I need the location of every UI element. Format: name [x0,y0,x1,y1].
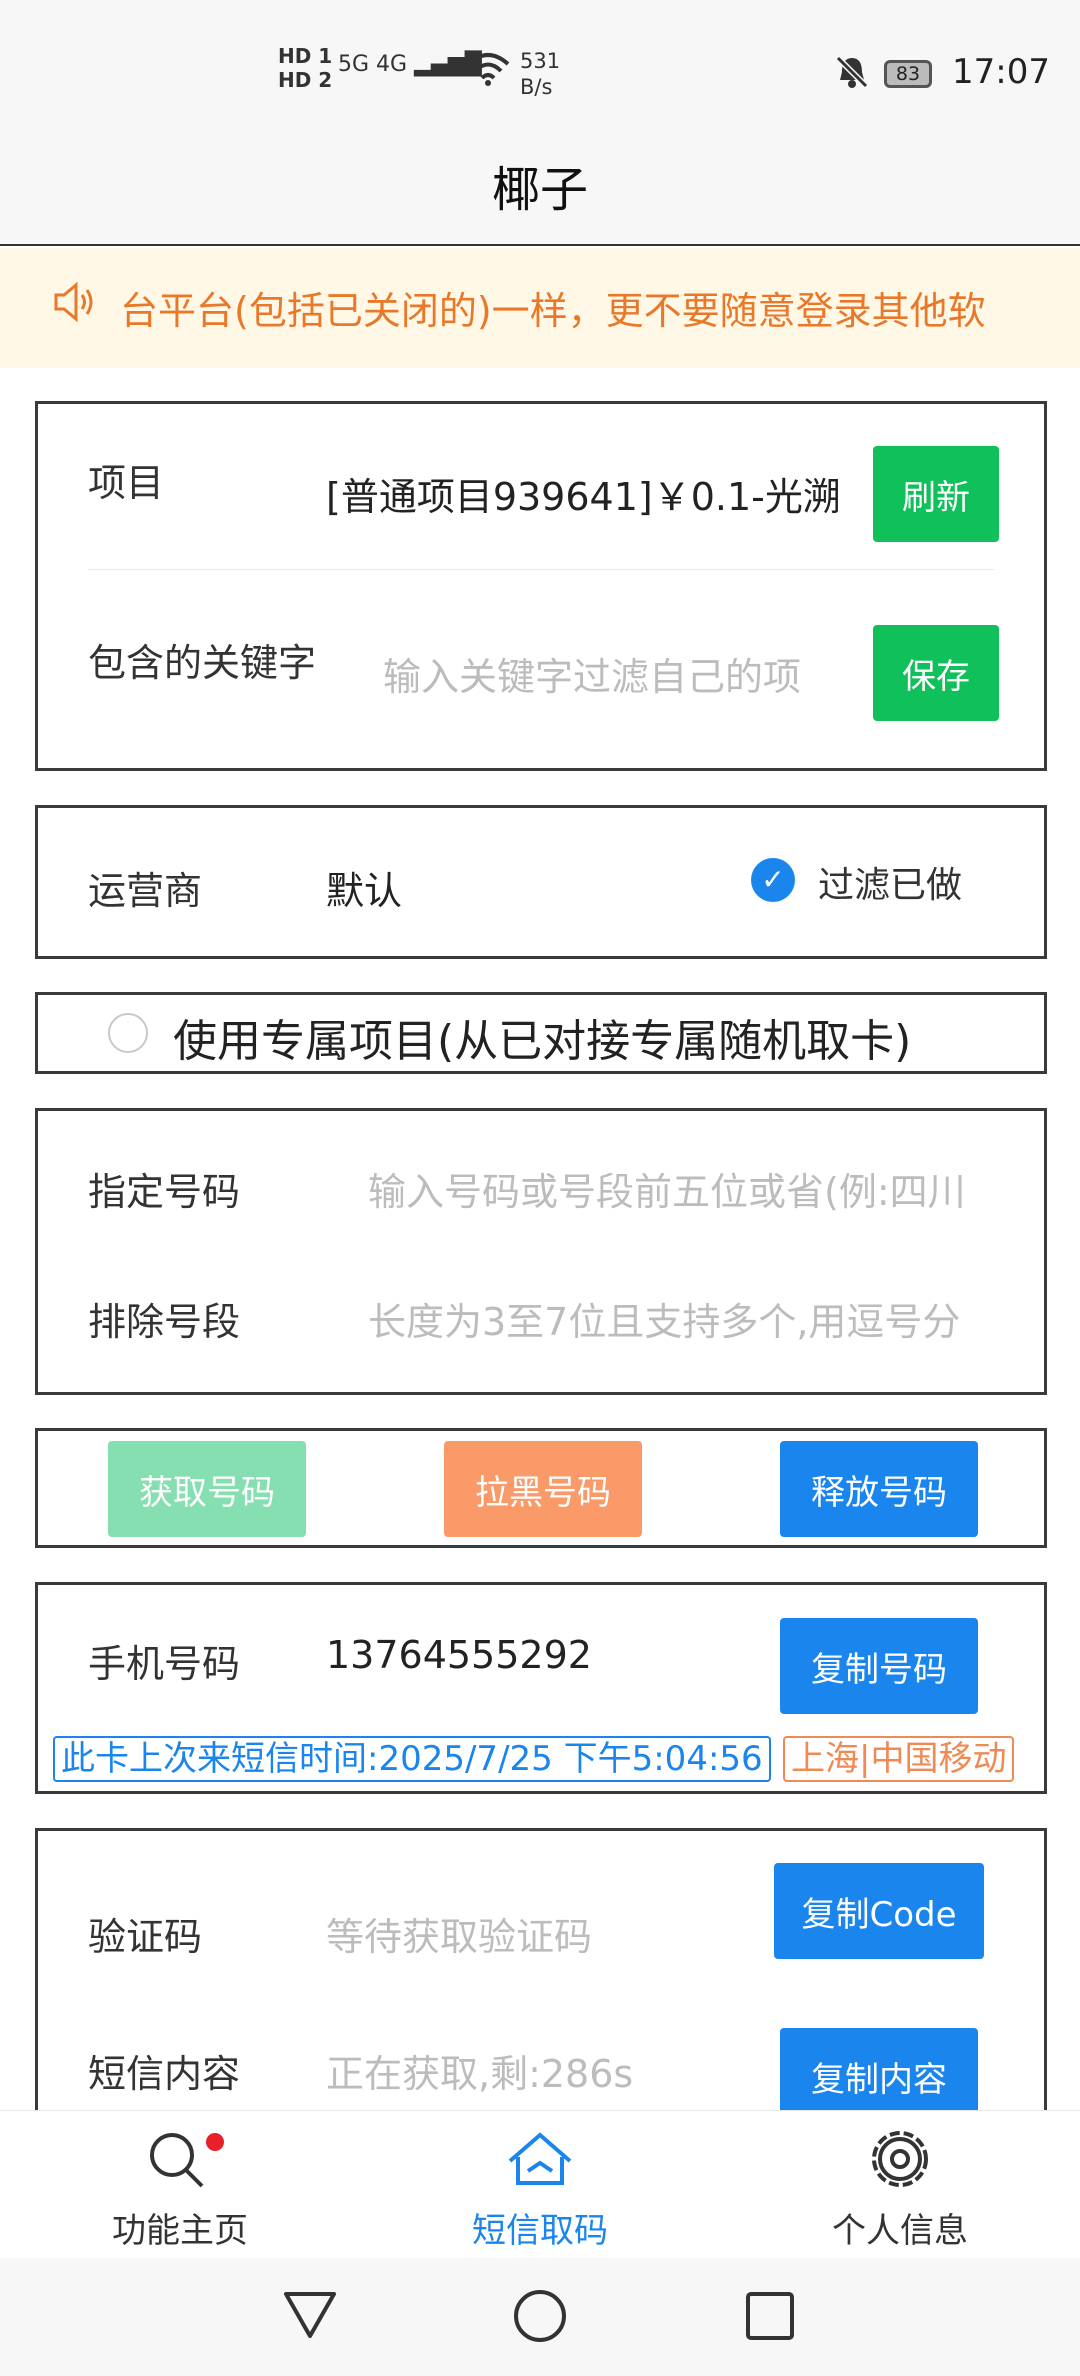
wifi-icon [466,52,510,95]
operator-card: 运营商 默认 ✓ 过滤已做 [35,805,1047,959]
notice-bar: 台平台(包括已关闭的)一样，更不要随意登录其他软 [0,248,1080,368]
hd2-label: HD 2 [278,68,333,92]
exclusive-project-row[interactable]: 使用专属项目(从已对接专属随机取卡) [35,992,1047,1074]
network-speed: 531 B/s [520,48,560,100]
notice-text: 台平台(包括已关闭的)一样，更不要随意登录其他软 [120,289,986,333]
system-nav-bar [0,2258,1080,2376]
status-bar: HD 1 HD 2 5G 4G ▂▄▆█ 531 B/s 83 17:07 [0,0,1080,130]
project-value[interactable]: [普通项目939641]￥0.1-光溯 [326,466,846,521]
release-number-button[interactable]: 释放号码 [780,1441,978,1537]
number-filter-card: 指定号码 输入号码或号段前五位或省(例:四川 排除号段 长度为3至7位且支持多个… [35,1108,1047,1395]
code-label: 验证码 [88,1915,203,1959]
blacklist-number-button[interactable]: 拉黑号码 [444,1441,642,1537]
search-icon [50,2127,310,2191]
sms-content-label: 短信内容 [88,2052,241,2096]
refresh-button[interactable]: 刷新 [873,446,999,542]
last-sms-time-tag: 此卡上次来短信时间:2025/7/25 下午5:04:56 [53,1736,771,1782]
code-value: 等待获取验证码 [326,1915,593,1959]
battery-icon: 83 [884,60,932,88]
keyword-label: 包含的关键字 [88,641,317,685]
recents-icon[interactable] [738,2284,802,2348]
app-header: 椰子 [0,130,1080,246]
tab-home-label: 功能主页 [112,2211,248,2251]
home-nav-icon[interactable] [508,2284,572,2348]
sms-content-value: 正在获取,剩:286s [326,2052,634,2096]
exclude-segment-input[interactable]: 长度为3至7位且支持多个,用逗号分 [368,1291,998,1346]
gear-icon [770,2127,1030,2191]
phone-card: 手机号码 13764555292 复制号码 此卡上次来短信时间:2025/7/2… [35,1582,1047,1794]
speaker-icon [50,278,98,337]
actions-card: 获取号码 拉黑号码 释放号码 [35,1428,1047,1548]
signal-label: 5G 4G [338,52,408,77]
divider [88,569,994,570]
signal-icon: 5G 4G ▂▄▆█ [338,52,482,77]
tab-profile[interactable]: 个人信息 [770,2111,1030,2259]
speed-unit: B/s [520,75,553,99]
code-card: 验证码 等待获取验证码 复制Code 短信内容 正在获取,剩:286s 复制内容 [35,1828,1047,2128]
phone-number-value: 13764555292 [326,1633,592,1677]
keyword-input[interactable]: 输入关键字过滤自己的项 [383,646,848,701]
page-title: 椰子 [491,162,588,218]
filter-done-label[interactable]: 过滤已做 [818,856,962,908]
exclude-segment-label: 排除号段 [88,1300,241,1344]
operator-value[interactable]: 默认 [326,860,402,915]
home-icon [410,2127,670,2191]
notification-dot [206,2133,224,2151]
clock: 17:07 [952,52,1050,92]
back-icon[interactable] [278,2284,342,2348]
phone-label: 手机号码 [88,1642,241,1686]
copy-code-button[interactable]: 复制Code [774,1863,984,1959]
hd1-label: HD 1 [278,44,333,68]
filter-done-checkbox[interactable]: ✓ [751,858,795,902]
tab-profile-label: 个人信息 [832,2211,968,2251]
project-card: 项目 [普通项目939641]￥0.1-光溯 刷新 包含的关键字 输入关键字过滤… [35,401,1047,771]
get-number-button[interactable]: 获取号码 [108,1441,306,1537]
tab-sms-code[interactable]: 短信取码 [410,2111,670,2259]
project-label: 项目 [88,461,165,505]
hd-indicator: HD 1 HD 2 [278,44,332,92]
battery-level: 83 [895,63,921,85]
save-button[interactable]: 保存 [873,625,999,721]
speed-value: 531 [520,49,561,73]
tab-sms-code-label: 短信取码 [472,2211,608,2251]
bottom-tab-bar: 功能主页 短信取码 个人信息 [0,2110,1080,2258]
tab-home[interactable]: 功能主页 [50,2111,310,2259]
copy-number-button[interactable]: 复制号码 [780,1618,978,1714]
specified-number-label: 指定号码 [88,1170,241,1214]
specified-number-input[interactable]: 输入号码或号段前五位或省(例:四川 [368,1161,998,1216]
operator-label: 运营商 [88,869,203,913]
carrier-tag: 上海|中国移动 [783,1736,1015,1782]
exclusive-label[interactable]: 使用专属项目(从已对接专属随机取卡) [173,1005,911,1069]
exclusive-radio[interactable] [108,1013,148,1053]
bell-muted-icon [834,54,870,99]
